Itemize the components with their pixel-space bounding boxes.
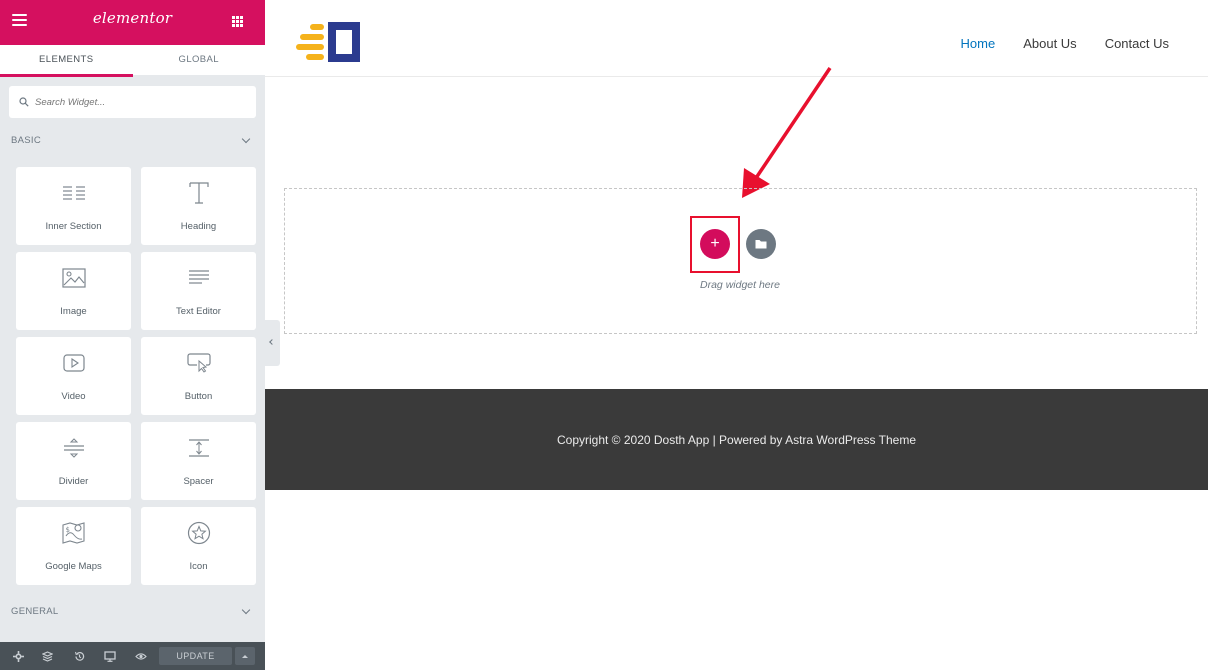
widget-text-editor[interactable]: Text Editor <box>141 252 256 330</box>
caret-up-icon <box>242 655 248 658</box>
collapse-panel-handle[interactable] <box>265 320 280 366</box>
widget-image[interactable]: Image <box>16 252 131 330</box>
widget-label: Spacer <box>183 476 214 487</box>
video-icon <box>62 354 85 372</box>
widget-heading[interactable]: Heading <box>141 167 256 245</box>
site-footer: Copyright © 2020 Dosth App | Powered by … <box>265 389 1208 490</box>
update-options-button[interactable] <box>235 647 255 665</box>
columns-icon <box>62 186 85 200</box>
elementor-logo: elementor <box>92 9 173 27</box>
widget-label: Heading <box>180 221 217 232</box>
nav-link-home[interactable]: Home <box>961 36 996 51</box>
category-label: GENERAL <box>11 606 59 617</box>
widget-button[interactable]: Button <box>141 337 256 415</box>
navigator-icon[interactable] <box>42 651 53 662</box>
widget-label: Inner Section <box>45 221 102 232</box>
star-icon <box>187 521 210 545</box>
text-editor-icon <box>188 270 209 284</box>
widget-label: Google Maps <box>45 561 102 572</box>
nav-link-about-us[interactable]: About Us <box>1023 36 1076 51</box>
divider-icon <box>63 438 84 458</box>
widget-icon[interactable]: Icon <box>141 507 256 585</box>
panel-tabs: ELEMENTS GLOBAL <box>0 45 265 77</box>
widget-label: Text Editor <box>176 306 221 317</box>
widgets-grid-icon[interactable] <box>232 16 243 27</box>
main-navigation: Home About Us Contact Us <box>933 36 1169 51</box>
widget-label: Image <box>60 306 87 317</box>
category-basic-header[interactable]: BASIC <box>0 130 265 152</box>
search-input[interactable] <box>35 92 245 112</box>
annotation-highlight-box <box>690 216 740 273</box>
panel-header: elementor <box>0 0 265 45</box>
chevron-down-icon <box>241 605 251 615</box>
preview-icon[interactable] <box>135 651 147 662</box>
empty-section-drop-zone[interactable] <box>284 188 1197 334</box>
settings-icon[interactable] <box>13 651 24 662</box>
update-button[interactable]: UPDATE <box>159 647 232 665</box>
chevron-down-icon <box>241 134 251 144</box>
widget-spacer[interactable]: Spacer <box>141 422 256 500</box>
heading-icon <box>188 182 209 204</box>
chevron-left-icon <box>269 339 275 345</box>
search-icon <box>19 97 29 107</box>
button-icon <box>186 353 211 373</box>
spacer-icon <box>188 439 209 457</box>
widget-search <box>9 86 256 118</box>
tab-elements[interactable]: ELEMENTS <box>0 45 133 77</box>
widget-label: Divider <box>58 476 89 487</box>
widget-google-maps[interactable]: $ Google Maps <box>16 507 131 585</box>
drag-widget-hint: Drag widget here <box>700 279 780 291</box>
nav-link-contact-us[interactable]: Contact Us <box>1105 36 1169 51</box>
widget-label: Button <box>184 391 213 402</box>
widget-inner-section[interactable]: Inner Section <box>16 167 131 245</box>
category-general-header[interactable]: GENERAL <box>0 601 265 623</box>
image-icon <box>61 268 86 288</box>
tab-global[interactable]: GLOBAL <box>132 45 265 77</box>
category-label: BASIC <box>11 135 42 146</box>
folder-icon <box>755 240 767 249</box>
elementor-panel: elementor ELEMENTS GLOBAL BASIC Inner Se… <box>0 0 265 670</box>
site-logo[interactable] <box>296 22 362 62</box>
widget-label: Video <box>61 391 86 402</box>
map-icon: $ <box>61 522 85 544</box>
widget-divider[interactable]: Divider <box>16 422 131 500</box>
widget-video[interactable]: Video <box>16 337 131 415</box>
history-icon[interactable] <box>74 651 85 662</box>
widget-label: Icon <box>189 561 208 572</box>
footer-copyright: Copyright © 2020 Dosth App | Powered by … <box>556 433 917 447</box>
add-template-button[interactable] <box>746 229 776 259</box>
svg-text:$: $ <box>65 526 69 534</box>
responsive-icon[interactable] <box>104 651 116 662</box>
panel-footer: UPDATE <box>0 642 265 670</box>
